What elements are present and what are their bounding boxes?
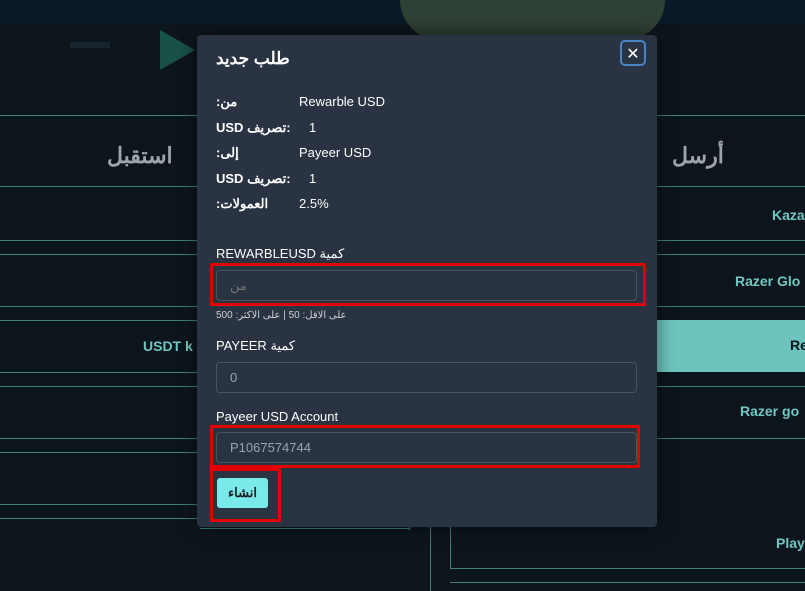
divider <box>409 527 410 530</box>
divider <box>450 527 451 568</box>
amount-to-input[interactable] <box>216 362 637 393</box>
receive-item-usdt[interactable]: USDT k <box>143 338 193 354</box>
divider <box>200 528 410 529</box>
info-label-fees: :العمولات <box>216 196 269 211</box>
info-label-rate-from: USD تصريف: <box>216 120 291 135</box>
highlight-create-button <box>210 468 281 522</box>
modal-title: طلب جديد <box>216 49 290 68</box>
send-item-razer-gold[interactable]: Razer go <box>740 403 799 419</box>
highlight-amount-from <box>210 263 646 306</box>
divider <box>0 452 200 453</box>
divider <box>430 527 431 591</box>
info-value-from: Rewarble USD <box>299 94 385 109</box>
send-item-razer-global[interactable]: Razer Glo <box>735 273 800 289</box>
info-value-to: Payeer USD <box>299 145 372 160</box>
info-label-from: :من <box>216 94 238 109</box>
divider <box>0 306 200 307</box>
divider <box>0 518 200 519</box>
amount-from-label: REWARBLEUSD كمية <box>216 246 345 261</box>
send-item-selected-label: Re <box>790 337 805 353</box>
divider <box>0 240 200 241</box>
divider <box>0 386 200 387</box>
close-icon: ✕ <box>626 46 640 63</box>
info-label-rate-to: USD تصريف: <box>216 171 291 186</box>
info-value-rate-from: 1 <box>309 120 317 135</box>
divider <box>0 504 200 505</box>
divider <box>0 320 200 321</box>
divider <box>0 372 200 373</box>
divider <box>450 568 805 569</box>
info-value-rate-to: 1 <box>309 171 317 186</box>
info-value-fees: 2.5% <box>299 196 329 211</box>
divider <box>0 254 200 255</box>
amount-to-label: PAYEER كمية <box>216 338 296 353</box>
send-item-play[interactable]: Play <box>776 535 805 551</box>
send-item-kaza[interactable]: Kaza <box>772 207 805 223</box>
send-heading: أرسل <box>672 143 724 168</box>
highlight-account <box>210 425 640 468</box>
divider <box>656 386 805 387</box>
divider <box>0 186 200 187</box>
divider <box>656 254 805 255</box>
receive-heading: استقبل <box>107 143 173 168</box>
divider <box>450 582 805 583</box>
account-label: Payeer USD Account <box>216 409 339 424</box>
divider <box>656 186 805 187</box>
divider <box>656 306 805 307</box>
close-button[interactable]: ✕ <box>620 40 646 66</box>
divider <box>0 438 200 439</box>
amount-limits-hint: على الاقل: 50 | على الاكثر: 500 <box>216 310 347 321</box>
divider <box>656 240 805 241</box>
info-label-to: :إلى <box>216 145 239 160</box>
divider <box>656 438 805 439</box>
